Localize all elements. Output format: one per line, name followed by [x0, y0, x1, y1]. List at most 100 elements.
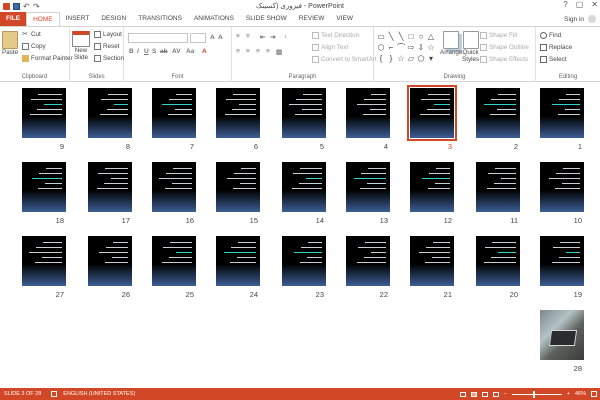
- close-icon[interactable]: ✕: [591, 0, 598, 9]
- curved-connector-icon[interactable]: ⌒: [396, 42, 406, 53]
- shape-effects-button[interactable]: Shape Effects: [480, 56, 528, 63]
- align-text-button[interactable]: Align Text: [312, 44, 348, 51]
- slide-thumbnail[interactable]: [88, 88, 132, 138]
- cut-button[interactable]: ✂ Cut: [22, 31, 41, 38]
- save-icon[interactable]: [13, 2, 20, 10]
- slide-thumbnail[interactable]: [88, 236, 132, 286]
- tab-design[interactable]: DESIGN: [95, 12, 132, 26]
- justify-icon[interactable]: ≡: [266, 48, 270, 55]
- tab-home[interactable]: HOME: [26, 12, 60, 26]
- language-indicator[interactable]: ENGLISH (UNITED STATES): [63, 391, 135, 397]
- reading-view-icon[interactable]: [481, 391, 488, 397]
- slide-thumbnail[interactable]: [410, 236, 454, 286]
- slide-thumbnail[interactable]: [152, 162, 196, 212]
- rectangle-shape-icon[interactable]: □: [406, 31, 416, 42]
- powerpoint-app-icon[interactable]: [3, 2, 10, 10]
- left-bracket-shape-icon[interactable]: {: [376, 53, 386, 64]
- font-color-icon[interactable]: A: [202, 48, 207, 55]
- slide-thumbnail[interactable]: [540, 236, 584, 286]
- slide-thumbnail[interactable]: [540, 162, 584, 212]
- triangle-shape-icon[interactable]: △: [426, 31, 436, 42]
- format-painter-button[interactable]: Format Painter: [22, 55, 73, 62]
- user-avatar[interactable]: [588, 15, 596, 23]
- decrease-indent-icon[interactable]: ⇤: [260, 33, 265, 41]
- align-left-icon[interactable]: ≡: [236, 48, 240, 55]
- fit-window-icon[interactable]: [591, 391, 597, 397]
- slide-thumbnail[interactable]: [476, 236, 520, 286]
- slideshow-view-icon[interactable]: [492, 391, 499, 397]
- slide-thumbnail[interactable]: [410, 162, 454, 212]
- numbering-icon[interactable]: ≡: [246, 33, 250, 40]
- zoom-in-icon[interactable]: +: [567, 391, 570, 397]
- slide-thumbnail[interactable]: [216, 162, 260, 212]
- underline-icon[interactable]: U: [144, 48, 149, 55]
- shapes-gallery[interactable]: ▭ ╲ ╲ □ ○ △ ⬡ ⌐ ⌒ ⇨ ⇩ ☆ {} ☆ ▱ ⬠ ▾: [376, 31, 436, 67]
- align-right-icon[interactable]: ≡: [256, 48, 260, 55]
- tab-animations[interactable]: ANIMATIONS: [188, 12, 240, 26]
- redo-icon[interactable]: ↷: [33, 2, 40, 10]
- zoom-level[interactable]: 46%: [575, 391, 586, 397]
- star-shape-icon[interactable]: ☆: [426, 42, 436, 53]
- line-spacing-icon[interactable]: ↕: [284, 33, 287, 40]
- minimize-icon[interactable]: ?: [563, 0, 567, 9]
- columns-icon[interactable]: ▥: [276, 48, 282, 56]
- oval-shape-icon[interactable]: ○: [416, 31, 426, 42]
- slide-thumbnail[interactable]: [476, 88, 520, 138]
- arrange-button[interactable]: Arrange: [440, 31, 462, 56]
- slide-thumbnail[interactable]: [346, 236, 390, 286]
- slide-thumbnail[interactable]: [22, 88, 66, 138]
- tab-file[interactable]: FILE: [0, 12, 27, 26]
- italic-icon[interactable]: I: [137, 48, 139, 55]
- zoom-out-icon[interactable]: −: [504, 391, 507, 397]
- star-shape-icon-2[interactable]: ☆: [396, 53, 406, 64]
- slide-thumbnail[interactable]: [282, 236, 326, 286]
- zoom-slider-thumb[interactable]: [532, 390, 535, 398]
- down-arrow-shape-icon[interactable]: ⇩: [416, 42, 426, 53]
- tab-slide-show[interactable]: SLIDE SHOW: [240, 12, 293, 26]
- change-case-icon[interactable]: Aa: [186, 48, 194, 55]
- shrink-font-icon[interactable]: A: [218, 34, 223, 41]
- slide-thumbnail[interactable]: [216, 236, 260, 286]
- more-shapes-icon[interactable]: ▾: [426, 53, 436, 64]
- slide-sorter[interactable]: 1 2 3 4 5 6 7 8 9 10 11 12 13 14 15 16 17 18 19 20 21 22 23 24 2…: [0, 82, 600, 388]
- layout-button[interactable]: Layout: [94, 31, 122, 38]
- strikethrough-icon[interactable]: ab: [160, 48, 168, 55]
- tab-review[interactable]: REVIEW: [293, 12, 331, 26]
- align-center-icon[interactable]: ≡: [246, 48, 250, 55]
- spellcheck-icon[interactable]: [51, 391, 58, 397]
- slide-thumbnail[interactable]: [540, 88, 584, 138]
- textbox-shape-icon[interactable]: ▭: [376, 31, 386, 42]
- slide-thumbnail[interactable]: [282, 88, 326, 138]
- replace-button[interactable]: Replace: [540, 44, 572, 51]
- elbow-connector-icon[interactable]: ⌐: [386, 42, 396, 53]
- normal-view-icon[interactable]: [459, 391, 466, 397]
- slide-thumbnail[interactable]: [346, 162, 390, 212]
- hexagon-shape-icon[interactable]: ⬡: [376, 42, 386, 53]
- section-button[interactable]: Section: [94, 55, 124, 62]
- zoom-slider[interactable]: [511, 390, 562, 398]
- find-button[interactable]: Find: [540, 32, 561, 39]
- shadow-icon[interactable]: S: [152, 48, 156, 55]
- font-name-box[interactable]: [128, 33, 188, 43]
- convert-smartart-button[interactable]: Convert to SmartArt: [312, 56, 377, 63]
- line-shape-icon-2[interactable]: ╲: [396, 31, 406, 42]
- tab-transitions[interactable]: TRANSITIONS: [132, 12, 188, 26]
- slide-thumbnail[interactable]: [346, 88, 390, 138]
- undo-icon[interactable]: ↶: [23, 2, 30, 10]
- bullets-icon[interactable]: ≡: [236, 33, 240, 40]
- slide-thumbnail[interactable]: [540, 310, 584, 360]
- text-direction-button[interactable]: Text Direction: [312, 32, 359, 39]
- increase-indent-icon[interactable]: ⇥: [270, 33, 275, 41]
- grow-font-icon[interactable]: A: [210, 34, 215, 41]
- slide-thumbnail[interactable]: [88, 162, 132, 212]
- parallelogram-shape-icon[interactable]: ▱: [406, 53, 416, 64]
- slide-thumbnail[interactable]: [216, 88, 260, 138]
- shape-outline-button[interactable]: Shape Outline: [480, 44, 529, 51]
- shape-fill-button[interactable]: Shape Fill: [480, 32, 517, 39]
- font-size-box[interactable]: [190, 33, 206, 43]
- select-button[interactable]: Select: [540, 56, 567, 63]
- reset-button[interactable]: Reset: [94, 43, 119, 50]
- slide-thumbnail[interactable]: [22, 236, 66, 286]
- copy-button[interactable]: Copy: [22, 43, 46, 50]
- slide-thumbnail[interactable]: [152, 236, 196, 286]
